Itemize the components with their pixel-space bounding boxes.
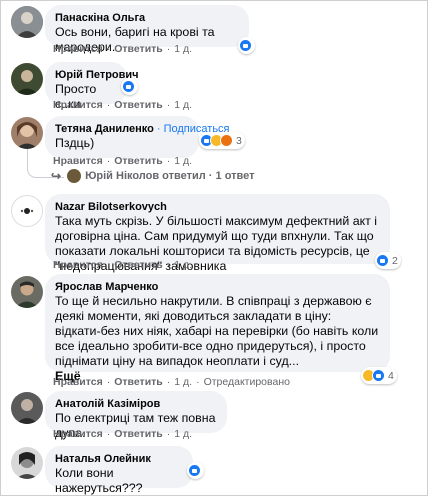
profile-photo-icon	[11, 6, 43, 38]
profile-photo-icon	[11, 117, 43, 149]
comment-actions: Нравится · Ответить · 1 д.	[53, 99, 193, 111]
profile-photo-icon	[11, 447, 43, 479]
avatar[interactable]	[11, 392, 43, 424]
comment-text: То ще й несильно накрутили. В співпраці …	[55, 294, 379, 368]
comment-author[interactable]: Ярослав Марченко	[55, 280, 380, 294]
comment-timestamp[interactable]: 1 д.	[174, 376, 192, 388]
reaction-count: 3	[236, 134, 242, 147]
avatar[interactable]	[11, 195, 43, 227]
follow-separator: ·	[156, 123, 161, 135]
reply-button[interactable]: Ответить	[114, 428, 163, 440]
comment-author[interactable]: Nazar Bilotserkovych	[55, 200, 380, 214]
replies-summary: Юрій Ніколов ответил · 1 ответ	[85, 170, 255, 182]
comment-actions: Нравится · Ответить · 1 д.	[53, 155, 193, 167]
comment-bubble: Наталья Олейник Коли вони нажеруться???	[45, 446, 193, 495]
like-button[interactable]: Нравится	[53, 428, 103, 440]
profile-photo-icon	[11, 276, 43, 308]
avatar[interactable]	[11, 117, 43, 149]
comment-timestamp[interactable]: 1 д.	[174, 155, 192, 167]
like-button[interactable]: Нравится	[53, 99, 103, 111]
reaction-summary[interactable]	[121, 78, 138, 95]
comment-actions: Нравится · Ответить · 1 д.	[53, 259, 193, 271]
comment-actions: Нравится · Ответить · 1 д.	[53, 43, 193, 55]
avatar[interactable]	[11, 63, 43, 95]
comment-bubble: Nazar Bilotserkovych Така муть скрізь. У…	[45, 194, 390, 273]
reply-button[interactable]: Ответить	[114, 376, 163, 388]
angry-icon	[220, 134, 233, 147]
comment-actions: Нравится · Ответить · 1 д.	[53, 428, 193, 440]
comment-actions: Нравится · Ответить · 1 д. · Отредактировано	[53, 376, 290, 388]
reaction-count: 2	[392, 254, 398, 267]
comment-bubble: Тетяна Даниленко · Подписаться Пздць)	[45, 116, 230, 158]
edited-label: Отредактировано	[203, 376, 290, 388]
like-icon	[188, 464, 201, 477]
comment-timestamp[interactable]: 1 д.	[174, 428, 192, 440]
comment-timestamp[interactable]: 1 д.	[174, 43, 192, 55]
avatar[interactable]	[11, 276, 43, 308]
comment-author[interactable]: Анатолій Казіміров	[55, 397, 217, 411]
comment-timestamp[interactable]: 1 д.	[174, 99, 192, 111]
like-button[interactable]: Нравится	[53, 43, 103, 55]
reply-arrow-icon: ↪	[51, 169, 62, 183]
reaction-summary[interactable]: 3	[199, 132, 245, 149]
profile-photo-icon	[11, 63, 43, 95]
reaction-count: 4	[388, 369, 394, 382]
comment-text: Коли вони нажеруться???	[55, 466, 143, 495]
like-button[interactable]: Нравится	[53, 259, 103, 271]
avatar[interactable]	[11, 447, 43, 479]
avatar	[67, 169, 82, 183]
avatar[interactable]	[11, 6, 43, 38]
comment-author[interactable]: Тетяна Даниленко	[55, 123, 154, 135]
like-icon	[372, 369, 385, 382]
reaction-summary[interactable]	[238, 37, 255, 54]
reaction-summary[interactable]: 2	[375, 252, 401, 269]
like-button[interactable]: Нравится	[53, 376, 103, 388]
like-icon	[122, 80, 135, 93]
reply-button[interactable]: Ответить	[114, 259, 163, 271]
comment-text: Пздць)	[55, 136, 95, 150]
comment-timestamp[interactable]: 1 д.	[174, 259, 192, 271]
like-icon	[239, 39, 252, 52]
comment-bubble: Панаскіна Ольга Ось вони, баригі на кров…	[45, 5, 249, 54]
reply-button[interactable]: Ответить	[114, 99, 163, 111]
comment-author[interactable]: Юрій Петрович	[55, 68, 139, 82]
profile-photo-icon	[11, 392, 43, 424]
reaction-summary[interactable]	[187, 462, 204, 479]
reply-button[interactable]: Ответить	[114, 43, 163, 55]
reply-button[interactable]: Ответить	[114, 155, 163, 167]
comment-author[interactable]: Панаскіна Ольга	[55, 11, 239, 25]
like-icon	[376, 254, 389, 267]
comment-author[interactable]: Наталья Олейник	[55, 452, 183, 466]
profile-photo-icon	[20, 208, 34, 214]
view-replies-link[interactable]: ↪ Юрій Ніколов ответил · 1 ответ	[51, 169, 255, 183]
comment-bubble: Ярослав Марченко То ще й несильно накрут…	[45, 274, 390, 383]
reaction-summary[interactable]: 4	[361, 367, 397, 384]
like-button[interactable]: Нравится	[53, 155, 103, 167]
